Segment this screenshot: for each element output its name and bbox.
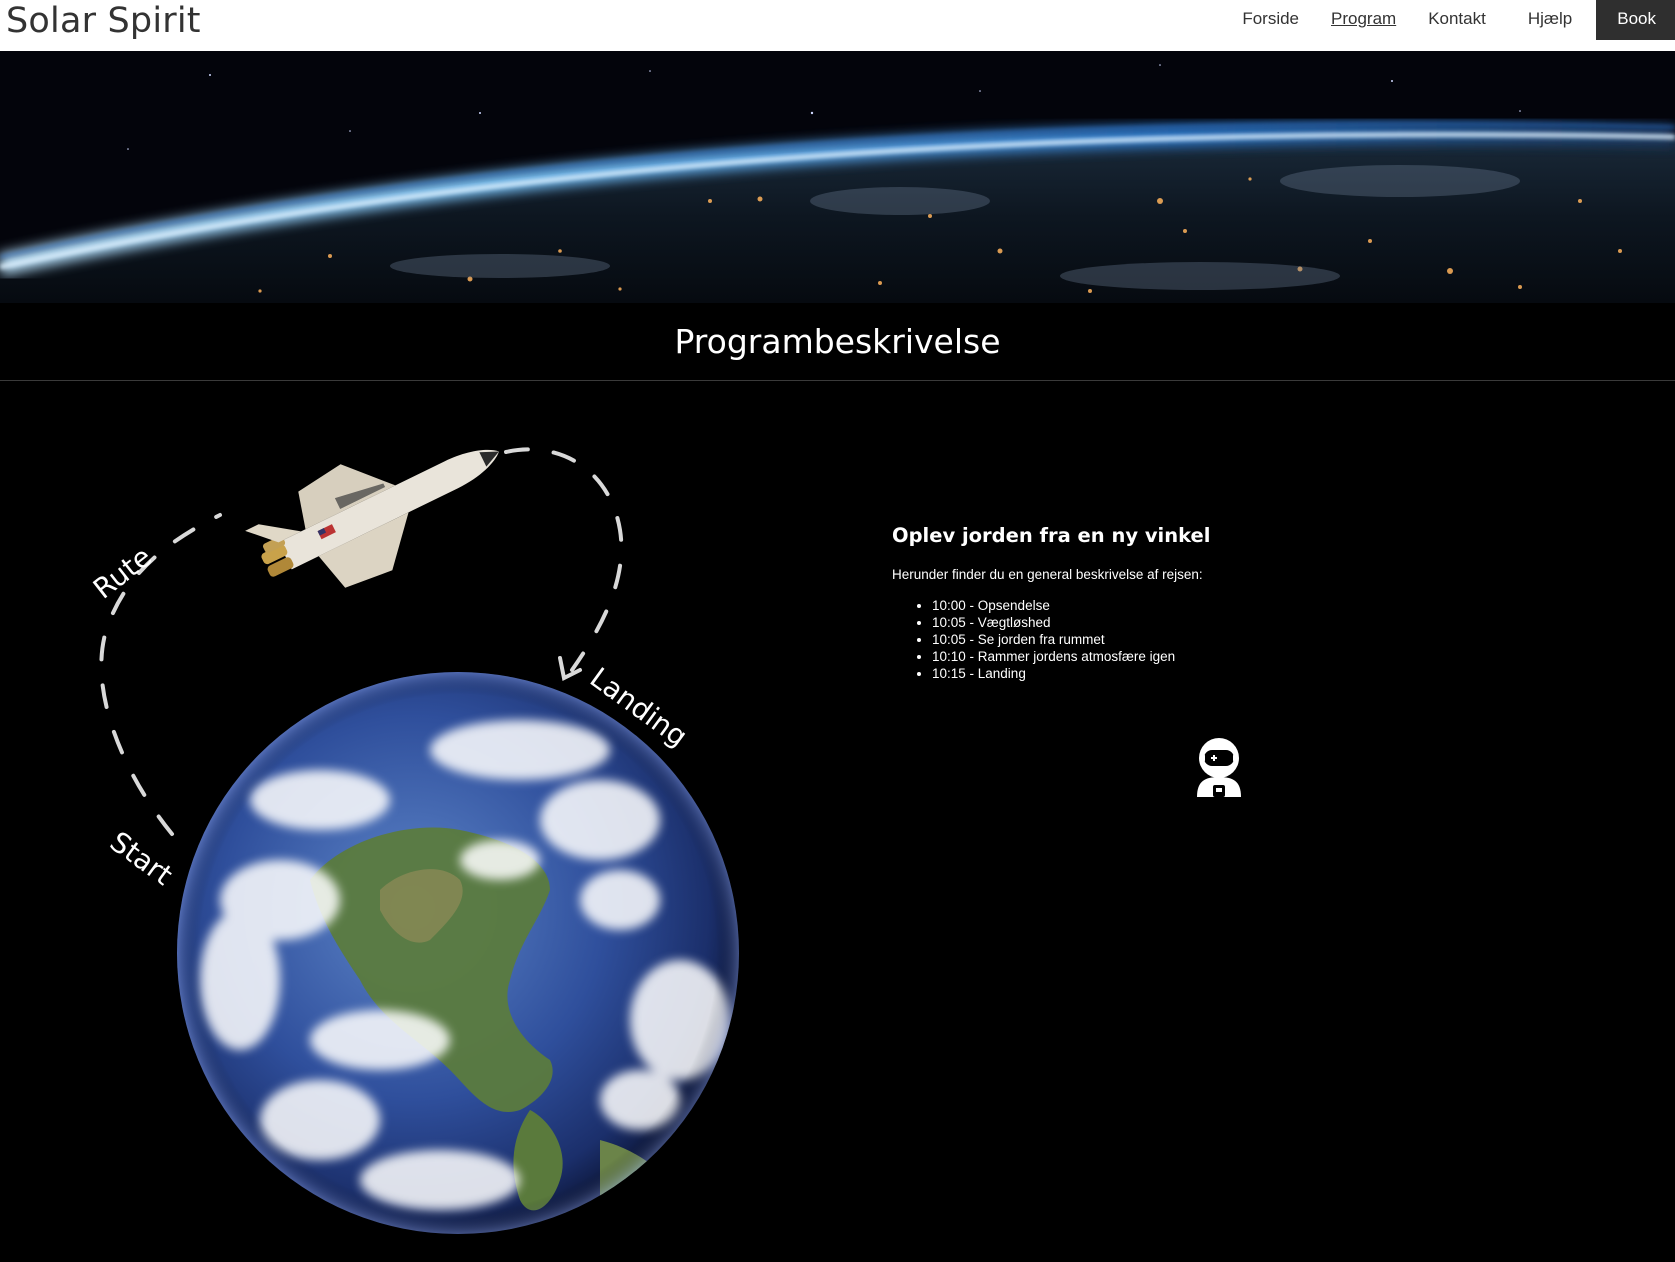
nav-link-forside[interactable]: Forside: [1226, 0, 1315, 40]
brand-logo-text[interactable]: Solar Spirit: [6, 1, 201, 41]
earth-horizon-image: [0, 51, 1675, 303]
schedule-list: 10:00 - Opsendelse 10:05 - Vægtløshed 10…: [892, 597, 1452, 682]
nav-link-hjaelp[interactable]: Hjælp: [1502, 0, 1596, 40]
content-heading: Oplev jorden fra en ny vinkel: [892, 524, 1211, 547]
schedule-item: 10:15 - Landing: [932, 665, 1452, 682]
hero-banner-image: [0, 51, 1675, 303]
program-description: Oplev jorden fra en ny vinkel Herunder f…: [892, 522, 1452, 682]
page-title: Programbeskrivelse: [674, 322, 1001, 361]
space-shuttle-image: [245, 449, 500, 588]
nav-link-program[interactable]: Program: [1315, 0, 1412, 40]
route-illustration: Rute Start Landing: [80, 420, 780, 1257]
astronaut-icon: [1189, 737, 1249, 797]
route-illustration-graphic: Rute Start Landing: [87, 447, 739, 1234]
schedule-item: 10:05 - Se jorden fra rummet: [932, 631, 1452, 648]
book-button[interactable]: Book: [1596, 0, 1675, 40]
label-start: Start: [104, 825, 179, 892]
schedule-item: 10:00 - Opsendelse: [932, 597, 1452, 614]
top-navigation-bar: Solar Spirit Forside Program Kontakt Hjæ…: [0, 0, 1675, 52]
schedule-item: 10:05 - Vægtløshed: [932, 614, 1452, 631]
earth-globe-image: [177, 672, 739, 1234]
schedule-item: 10:10 - Rammer jordens atmosfære igen: [932, 648, 1452, 665]
main-nav: Forside Program Kontakt Hjælp Book: [1226, 0, 1675, 40]
section-title-band: Programbeskrivelse: [0, 303, 1675, 381]
nav-link-kontakt[interactable]: Kontakt: [1412, 0, 1502, 40]
content-intro: Herunder finder du en general beskrivels…: [892, 567, 1203, 582]
